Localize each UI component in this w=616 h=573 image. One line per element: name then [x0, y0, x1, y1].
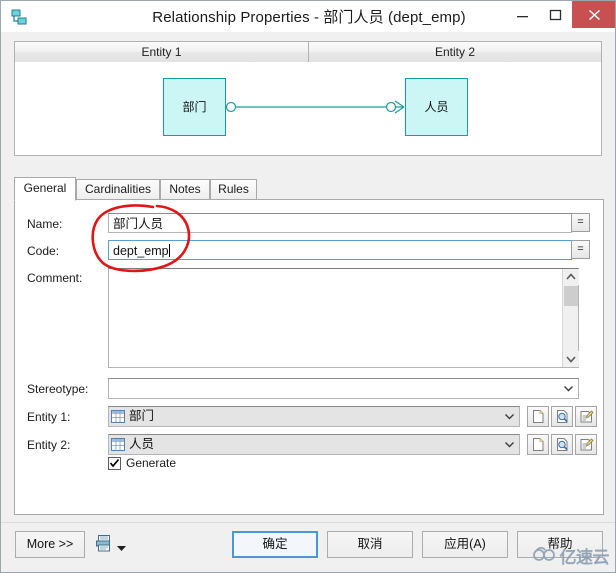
entity1-properties-icon[interactable] — [575, 406, 597, 427]
close-icon[interactable] — [572, 1, 615, 28]
more-button[interactable]: More >> — [15, 531, 85, 558]
ok-button[interactable]: 确定 — [232, 531, 318, 558]
minimize-icon[interactable] — [506, 1, 539, 28]
stereotype-combo[interactable] — [108, 378, 579, 399]
tab-strip: General Cardinalities Notes Rules — [14, 177, 604, 201]
help-button[interactable]: 帮助 — [517, 531, 603, 558]
dialog-button-bar: More >> 确定 取消 应用(A) 帮助 — [1, 522, 615, 572]
comment-scrollbar[interactable] — [562, 269, 579, 367]
chevron-down-icon — [504, 435, 515, 454]
entity1-create-icon[interactable] — [527, 406, 549, 427]
entity-box-1[interactable]: 部门 — [163, 78, 226, 136]
text-caret — [168, 244, 170, 257]
entity2-browse-icon[interactable] — [551, 434, 573, 455]
tab-rules[interactable]: Rules — [210, 179, 257, 200]
entity2-create-icon[interactable] — [527, 434, 549, 455]
relationship-properties-dialog: Relationship Properties - 部门人员 (dept_emp… — [0, 0, 616, 573]
entity1-value: 部门 — [129, 409, 155, 423]
scroll-up-icon[interactable] — [563, 269, 579, 285]
entity2-value: 人员 — [129, 437, 155, 451]
entity2-combo[interactable]: 人员 — [108, 434, 520, 455]
code-input-value: dept_emp — [113, 244, 169, 258]
stereotype-label: Stereotype: — [27, 382, 89, 396]
report-icon[interactable] — [95, 534, 112, 555]
name-equals-button[interactable]: = — [571, 213, 590, 232]
title-bar: Relationship Properties - 部门人员 (dept_emp… — [1, 1, 615, 32]
tab-cardinalities[interactable]: Cardinalities — [76, 179, 160, 200]
entity1-browse-icon[interactable] — [551, 406, 573, 427]
entity-box-2[interactable]: 人员 — [405, 78, 468, 136]
table-icon — [111, 438, 125, 454]
apply-button[interactable]: 应用(A) — [422, 531, 508, 558]
tab-notes[interactable]: Notes — [160, 179, 210, 200]
chevron-down-icon — [563, 379, 574, 398]
code-input[interactable]: dept_emp — [108, 240, 572, 260]
code-label: Code: — [27, 244, 60, 258]
name-label: Name: — [27, 217, 63, 231]
entity1-label: Entity 1: — [27, 410, 71, 424]
column-header-entity-2: Entity 2 — [308, 41, 602, 63]
generate-label: Generate — [126, 456, 177, 470]
generate-checkbox[interactable] — [108, 457, 121, 470]
comment-textarea[interactable] — [108, 268, 579, 368]
scrollbar-thumb[interactable] — [564, 286, 578, 306]
cancel-button[interactable]: 取消 — [327, 531, 413, 558]
maximize-icon[interactable] — [539, 1, 572, 28]
entity2-label: Entity 2: — [27, 438, 71, 452]
entity2-properties-icon[interactable] — [575, 434, 597, 455]
relationship-connector-icon — [225, 100, 405, 114]
chevron-down-icon[interactable] — [116, 542, 127, 556]
entity-preview: Entity 1 Entity 2 部门 人员 — [14, 41, 602, 156]
diagram-canvas: 部门 人员 — [14, 62, 602, 156]
chevron-down-icon — [504, 407, 515, 426]
comment-label: Comment: — [27, 271, 83, 285]
entity1-combo[interactable]: 部门 — [108, 406, 520, 427]
name-input[interactable]: 部门人员 — [108, 213, 572, 233]
scroll-down-icon[interactable] — [563, 351, 579, 367]
column-header-entity-1: Entity 1 — [14, 41, 309, 63]
table-icon — [111, 410, 125, 426]
code-equals-button[interactable]: = — [571, 240, 590, 259]
tab-general[interactable]: General — [14, 177, 76, 201]
